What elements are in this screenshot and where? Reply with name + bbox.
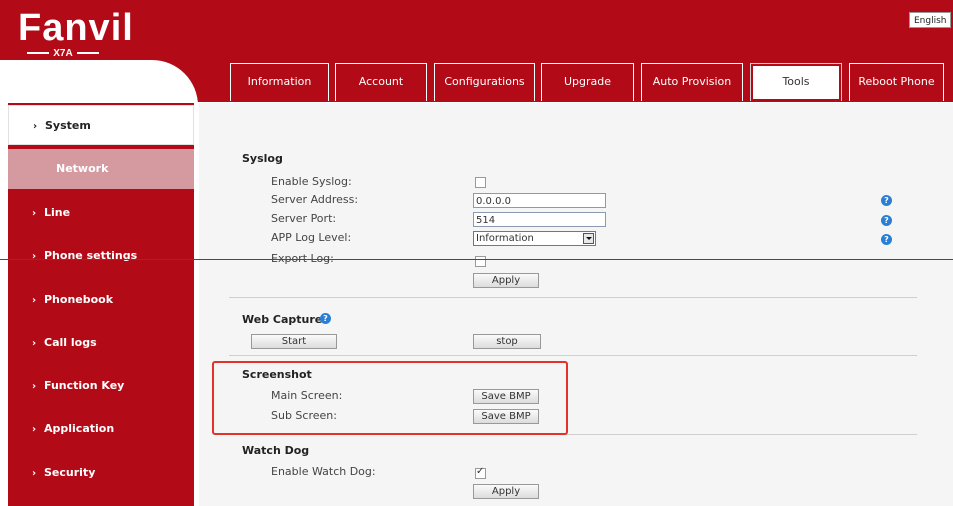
- chevron-right-icon: ›: [32, 468, 37, 479]
- help-icon[interactable]: ?: [881, 215, 892, 226]
- chevron-right-icon: ›: [32, 381, 37, 392]
- sidebar-item-label: Function Key: [44, 379, 125, 392]
- section-divider: [229, 297, 917, 298]
- sidebar-item-label: Call logs: [44, 336, 97, 349]
- sidebar-item-function-key[interactable]: › Function Key: [8, 366, 194, 406]
- server-port-input[interactable]: 514: [473, 212, 606, 227]
- app-log-level-select[interactable]: Information: [473, 231, 596, 246]
- section-divider: [229, 355, 917, 356]
- enable-syslog-checkbox[interactable]: [475, 177, 486, 188]
- tab-account[interactable]: Account: [335, 63, 427, 101]
- syslog-apply-button[interactable]: Apply: [473, 273, 539, 288]
- server-address-label: Server Address:: [271, 193, 359, 206]
- web-capture-start-button[interactable]: Start: [251, 334, 337, 349]
- sidebar-item-label: Network: [56, 162, 109, 175]
- tab-information[interactable]: Information: [230, 63, 329, 101]
- chevron-right-icon: ›: [32, 208, 37, 219]
- logo-text: Fanvil: [18, 7, 134, 49]
- sidebar-item-system[interactable]: › System: [8, 105, 194, 145]
- tab-tools[interactable]: Tools: [750, 63, 842, 101]
- server-port-label: Server Port:: [271, 212, 337, 225]
- app-log-level-label: APP Log Level:: [271, 231, 352, 244]
- sidebar-item-label: Phone settings: [44, 249, 138, 262]
- sidebar-item-security[interactable]: › Security: [8, 453, 194, 493]
- web-capture-stop-button[interactable]: stop: [473, 334, 541, 349]
- logo-model: X7A: [18, 48, 108, 59]
- chevron-right-icon: ›: [32, 295, 37, 306]
- chevron-right-icon: ›: [33, 121, 38, 132]
- sidebar-item-application[interactable]: › Application: [8, 409, 194, 449]
- enable-watch-dog-label: Enable Watch Dog:: [271, 465, 376, 478]
- tab-reboot-phone[interactable]: Reboot Phone: [849, 63, 944, 101]
- sidebar-item-phonebook[interactable]: › Phonebook: [8, 280, 194, 320]
- server-address-input[interactable]: 0.0.0.0: [473, 193, 606, 208]
- annotation-highlight-box: [212, 361, 568, 435]
- chevron-right-icon: ›: [32, 338, 37, 349]
- enable-syslog-label: Enable Syslog:: [271, 175, 352, 188]
- tab-configurations[interactable]: Configurations: [434, 63, 535, 101]
- web-capture-title: Web Capture: [242, 313, 322, 326]
- export-log-checkbox[interactable]: [475, 256, 486, 267]
- enable-watch-dog-checkbox[interactable]: [475, 466, 486, 479]
- sidebar-item-label: Line: [44, 206, 71, 219]
- sidebar-item-label: System: [45, 119, 91, 132]
- language-select[interactable]: English: [909, 12, 951, 28]
- sidebar-item-label: Security: [44, 466, 96, 479]
- app-log-level-value: Information: [476, 233, 534, 244]
- fanvil-logo: Fanvil X7A: [18, 7, 134, 59]
- chevron-right-icon: ›: [32, 424, 37, 435]
- watch-dog-apply-button[interactable]: Apply: [473, 484, 539, 499]
- chevron-right-icon: ›: [32, 251, 37, 262]
- sidebar: › System Network › Line › Phone settings › P…: [8, 103, 194, 506]
- dropdown-arrow-icon: [583, 233, 594, 244]
- sidebar-item-call-logs[interactable]: › Call logs: [8, 323, 194, 363]
- sidebar-curve: [0, 60, 198, 106]
- sidebar-item-label: Application: [44, 422, 115, 435]
- syslog-title: Syslog: [242, 152, 283, 165]
- sidebar-item-phone-settings[interactable]: › Phone settings: [8, 236, 194, 276]
- annotation-red-line: [0, 259, 953, 260]
- sidebar-item-network[interactable]: Network: [8, 149, 194, 189]
- tab-auto-provision[interactable]: Auto Provision: [641, 63, 743, 101]
- sidebar-item-line[interactable]: › Line: [8, 193, 194, 233]
- help-icon[interactable]: ?: [881, 234, 892, 245]
- sidebar-item-label: Phonebook: [44, 293, 114, 306]
- tools-content: Syslog Enable Syslog: Server Address: 0.…: [199, 103, 953, 506]
- help-icon[interactable]: ?: [320, 313, 331, 324]
- help-icon[interactable]: ?: [881, 195, 892, 206]
- watch-dog-title: Watch Dog: [242, 444, 310, 457]
- tab-upgrade[interactable]: Upgrade: [541, 63, 634, 101]
- web-capture-title-text: Web Capture: [242, 313, 323, 326]
